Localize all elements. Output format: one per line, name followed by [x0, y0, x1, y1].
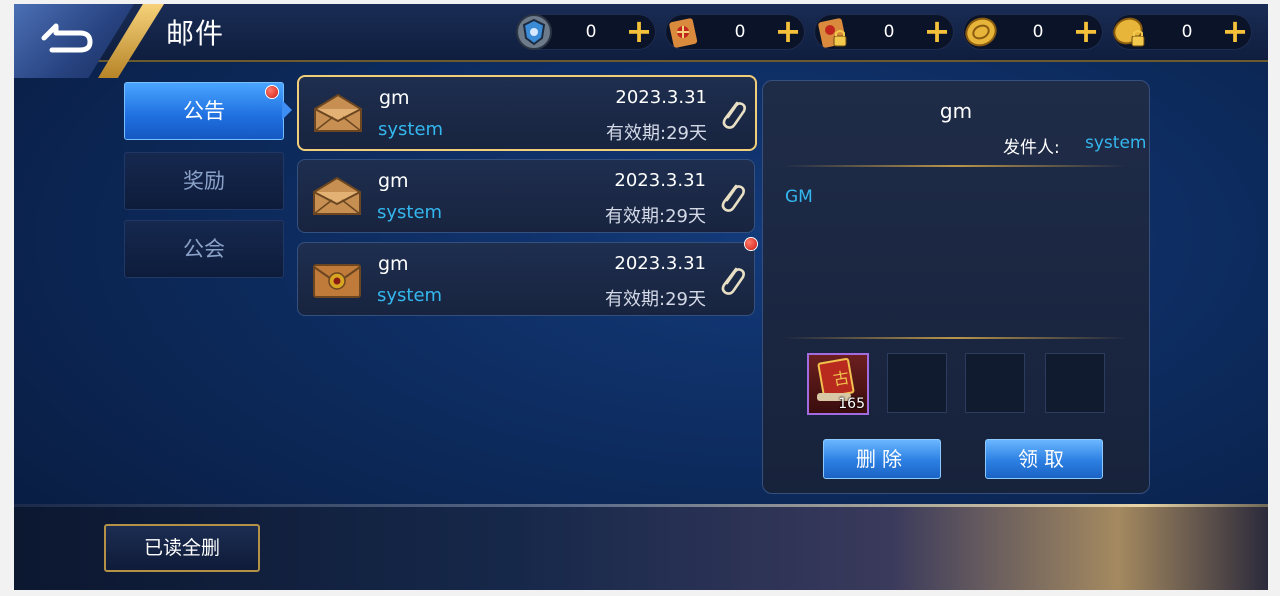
tab-guild[interactable]: 公会: [124, 220, 284, 278]
mail-expiry: 有效期:29天: [606, 123, 707, 144]
resource-value: 0: [1181, 22, 1193, 42]
gold-coin-icon: [965, 17, 997, 47]
scroll-icon: [669, 18, 698, 48]
tab-pointer: [282, 100, 292, 120]
page-title: 邮件: [166, 17, 225, 50]
mail-sender: gm: [378, 170, 409, 192]
paperclip-icon: [721, 267, 745, 295]
mail-item[interactable]: gm system 2023.3.31 有效期:29天: [297, 242, 755, 316]
add-resource-button[interactable]: +: [624, 14, 654, 50]
resource-value: 0: [734, 22, 746, 42]
mail-body: GM: [785, 187, 813, 207]
item-count: 165: [838, 396, 865, 412]
mail-item[interactable]: gm system 2023.3.31 有效期:29天: [297, 75, 757, 151]
claim-button[interactable]: 领取: [985, 439, 1103, 479]
mail-sender: gm: [378, 253, 409, 275]
paperclip-icon: [722, 101, 746, 129]
mail-detail-panel: gm 发件人: system GM 古 165 删除 领取: [762, 80, 1150, 494]
mail-from: system: [377, 285, 443, 306]
shield-coin-icon: [516, 14, 552, 50]
attachment-slot[interactable]: 古 165: [807, 353, 869, 415]
svg-text:古: 古: [832, 368, 851, 389]
mail-screen: 邮件 0 + 0 + 0 + 0 + 0 + 公告 奖励 公会 gm syste…: [14, 4, 1268, 590]
delete-read-button[interactable]: 已读全删: [104, 524, 260, 572]
unread-dot: [266, 86, 278, 98]
attachment-slot-empty: [965, 353, 1025, 413]
tab-reward[interactable]: 奖励: [124, 152, 284, 210]
resource-value: 0: [883, 22, 895, 42]
mail-from: system: [377, 202, 443, 223]
tab-announcement[interactable]: 公告: [124, 82, 284, 140]
resource-scroll: 0 +: [665, 14, 805, 50]
locked-scroll-icon: [818, 18, 847, 48]
divider: [783, 165, 1127, 167]
attachment-slot-empty: [887, 353, 947, 413]
mail-date: 2023.3.31: [615, 87, 707, 108]
resource-locked-scroll: 0 +: [814, 14, 954, 50]
mail-date: 2023.3.31: [614, 170, 706, 191]
resource-shield-coin: 0 +: [516, 14, 656, 50]
add-resource-button[interactable]: +: [1071, 14, 1101, 50]
mail-expiry: 有效期:29天: [605, 289, 706, 310]
mail-expiry: 有效期:29天: [605, 206, 706, 227]
sender-label: 发件人:: [1003, 138, 1060, 158]
divider: [783, 337, 1127, 339]
unread-dot: [745, 238, 757, 250]
resource-value: 0: [585, 22, 597, 42]
locked-coin-icon: [1113, 17, 1145, 47]
delete-button[interactable]: 删除: [823, 439, 941, 479]
paperclip-icon: [721, 184, 745, 212]
envelope-open-icon: [314, 93, 362, 132]
attachment-slot-empty: [1045, 353, 1105, 413]
add-resource-button[interactable]: +: [1220, 14, 1250, 50]
mail-item[interactable]: gm system 2023.3.31 有效期:29天: [297, 159, 755, 233]
mail-from: system: [378, 119, 444, 140]
sender-name: system: [1085, 133, 1147, 153]
add-resource-button[interactable]: +: [773, 14, 803, 50]
back-arrow-icon: [41, 23, 93, 53]
envelope-open-icon: [313, 176, 361, 215]
mail-sender: gm: [379, 87, 410, 109]
resource-locked-coin: 0 +: [1112, 14, 1252, 50]
add-resource-button[interactable]: +: [922, 14, 952, 50]
envelope-sealed-icon: [313, 264, 361, 298]
detail-title: gm: [939, 99, 973, 123]
mail-date: 2023.3.31: [614, 253, 706, 274]
back-button[interactable]: [14, 4, 164, 78]
resource-value: 0: [1032, 22, 1044, 42]
resource-gold-coin: 0 +: [963, 14, 1103, 50]
